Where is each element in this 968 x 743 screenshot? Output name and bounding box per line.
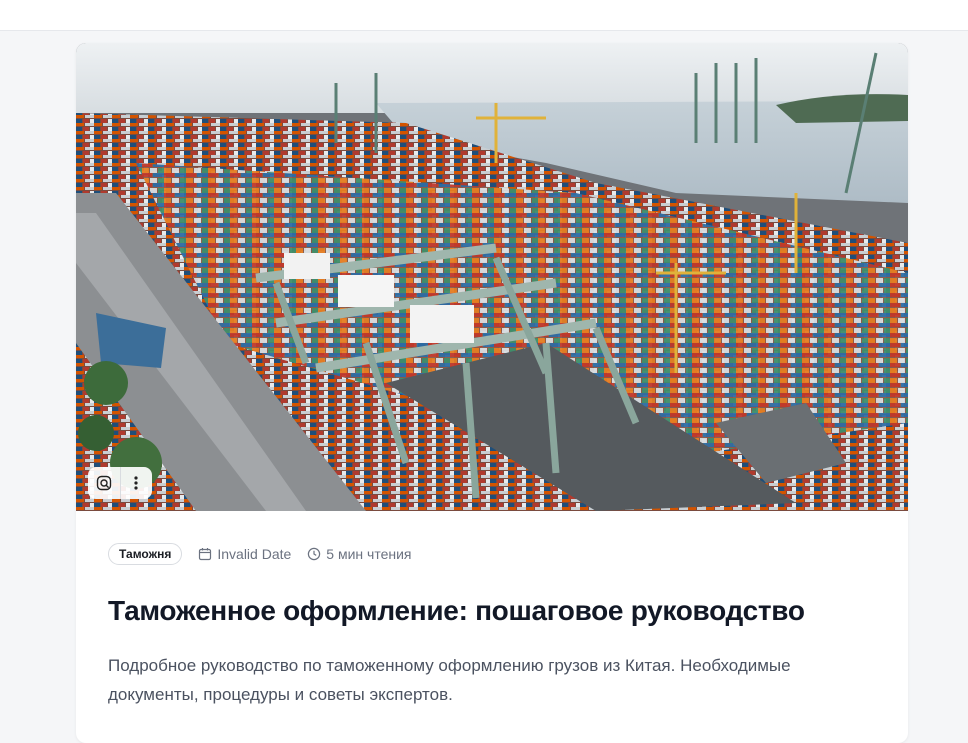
article-meta: Таможня Invalid Date 5 мин чтения — [108, 543, 876, 565]
top-navbar — [0, 0, 968, 31]
article-excerpt: Подробное руководство по таможенному офо… — [108, 656, 791, 704]
calendar-icon — [199, 548, 212, 561]
container-port-photo — [76, 43, 908, 511]
image-toolbar — [88, 467, 152, 499]
article-title[interactable]: Таможенное оформление: пошаговое руковод… — [108, 593, 876, 629]
article-content: Таможня Invalid Date 5 мин чтения Таможе… — [108, 543, 876, 709]
read-time: 5 мин чтения — [326, 546, 412, 562]
more-vertical-icon[interactable] — [119, 467, 153, 499]
article-card[interactable]: Таможня Invalid Date 5 мин чтения Таможе… — [76, 43, 908, 743]
read-time-meta: 5 мин чтения — [307, 546, 412, 562]
category-badge[interactable]: Таможня — [108, 543, 183, 565]
clock-icon — [308, 547, 321, 561]
article-cover-image[interactable] — [76, 43, 908, 511]
article-date: Invalid Date — [217, 546, 292, 562]
lens-icon[interactable] — [88, 467, 120, 499]
date-meta: Invalid Date — [198, 546, 291, 562]
